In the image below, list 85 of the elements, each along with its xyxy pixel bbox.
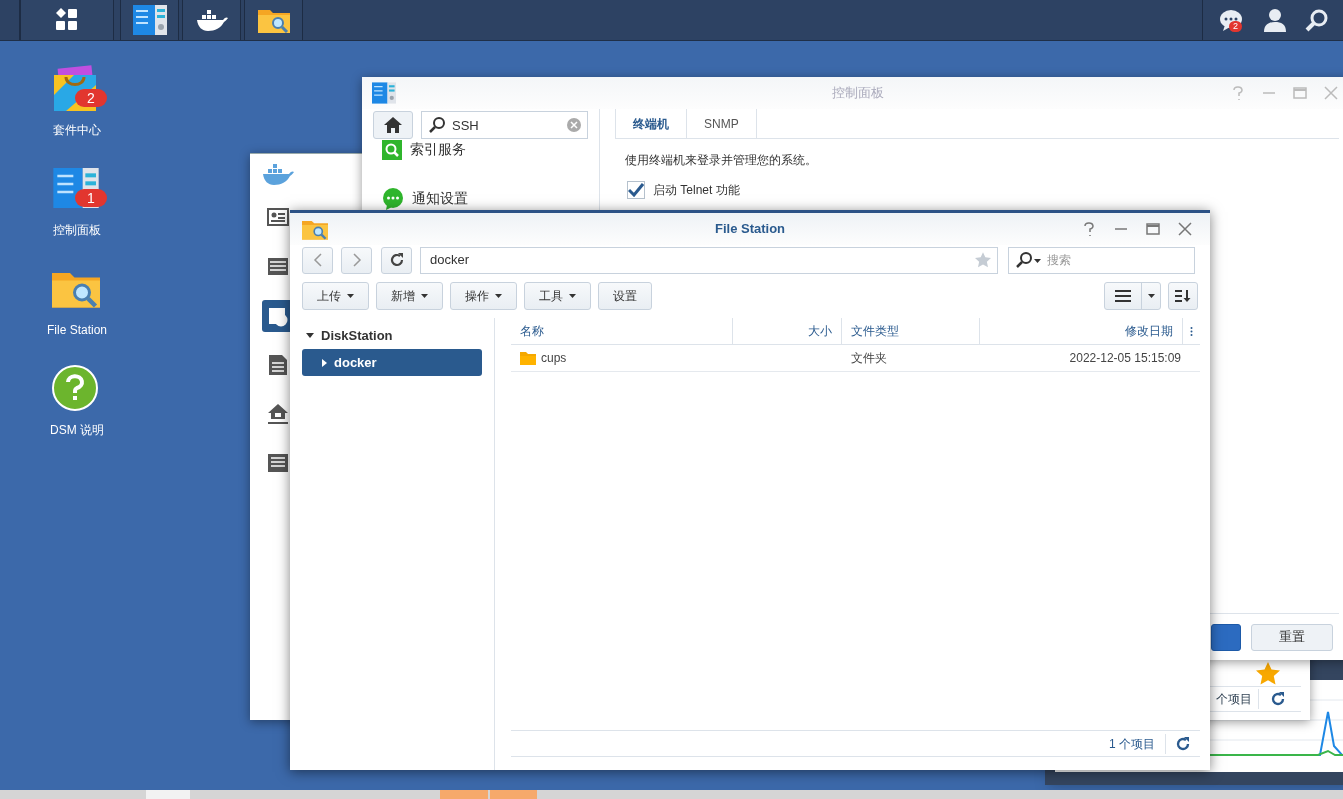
nav-item-icon — [266, 451, 290, 475]
maximize-icon[interactable] — [1144, 220, 1162, 238]
list-icon — [1115, 290, 1131, 302]
refresh-icon — [389, 253, 404, 267]
toolbar-button[interactable]: 操作 — [450, 282, 517, 310]
caret-icon — [421, 294, 428, 298]
file-name: cups — [541, 350, 567, 367]
home-button[interactable] — [373, 111, 413, 139]
sort-button[interactable] — [1168, 282, 1198, 310]
folder-icon — [520, 351, 536, 365]
description-text: 使用终端机来登录并管理您的系统。 — [625, 152, 818, 169]
folder-search-icon — [257, 7, 290, 33]
desktop-app-icon[interactable]: 1 — [47, 163, 107, 213]
tree-item[interactable]: docker — [302, 349, 482, 376]
folder-search-icon — [302, 218, 328, 240]
search-icon — [429, 117, 445, 133]
taskbar-app-button[interactable] — [20, 0, 114, 40]
file-type: 文件夹 — [850, 350, 888, 367]
modified-date: 2022-12-05 15:15:09 — [1068, 350, 1182, 367]
user-icon[interactable] — [1263, 8, 1287, 32]
desktop-icon-label[interactable]: DSM 说明 — [50, 421, 104, 439]
column-header[interactable]: 修改日期 — [980, 318, 1183, 344]
caret-icon — [569, 294, 576, 298]
desktop-icon-label[interactable]: File Station — [47, 321, 107, 339]
path-field[interactable]: docker — [420, 246, 998, 274]
nav-item-icon — [266, 402, 290, 426]
nav-item-icon — [266, 353, 290, 377]
refresh-button[interactable] — [381, 246, 412, 274]
magnifier-icon — [382, 139, 402, 160]
refresh-icon[interactable] — [1176, 736, 1190, 751]
search-icon[interactable] — [1305, 8, 1329, 32]
window-title: File Station — [713, 220, 787, 239]
tree-item[interactable]: DiskStation — [302, 322, 482, 349]
apply-button[interactable] — [1211, 623, 1241, 651]
caret-icon — [347, 294, 354, 298]
star-icon[interactable] — [1256, 662, 1280, 685]
window-title: 控制面板 — [831, 84, 885, 103]
home-icon — [384, 117, 402, 133]
refresh-icon[interactable] — [1271, 692, 1285, 706]
taskbar-app-button[interactable] — [182, 0, 241, 40]
toolbar-button[interactable]: 工具 — [524, 282, 591, 310]
taskbar-app-button[interactable] — [120, 0, 179, 40]
toolbar-button[interactable]: 设置 — [598, 282, 652, 310]
file-row[interactable]: cups 文件夹 2022-12-05 15:15:09 — [511, 345, 1200, 372]
tab[interactable]: 终端机 — [615, 109, 687, 138]
whale-icon — [262, 163, 294, 185]
checkbox-label: 启动 Telnet 功能 — [653, 182, 740, 199]
sidebar-nav-item[interactable]: 通知设置 — [382, 187, 588, 210]
control-panel-icon — [372, 82, 396, 104]
taskbar-app-button[interactable] — [244, 0, 303, 40]
toolbar-button[interactable]: 上传 — [302, 282, 369, 310]
desktop-icon-label[interactable]: 控制面板 — [53, 221, 101, 239]
caret-icon — [1034, 258, 1041, 263]
path-text: docker — [430, 251, 471, 270]
caret-icon — [1147, 294, 1155, 298]
sidebar-nav-item[interactable]: 索引服务 — [382, 138, 588, 161]
search-field[interactable]: SSH — [421, 111, 588, 139]
tab[interactable]: SNMP — [687, 109, 757, 138]
notification-badge: 2 — [1229, 21, 1242, 32]
control-panel-icon — [132, 5, 167, 35]
column-header[interactable]: 大小 — [733, 318, 842, 344]
help-icon — [52, 365, 98, 411]
desktop-icon-label[interactable]: 套件中心 — [53, 121, 101, 139]
sort-icon — [1175, 289, 1191, 303]
reset-button[interactable]: 重置 — [1251, 623, 1333, 651]
chevron-left-icon — [312, 253, 323, 267]
view-mode-button[interactable] — [1104, 282, 1161, 310]
column-header[interactable]: 文件类型 — [842, 318, 980, 344]
desktop-app-icon[interactable]: 2 — [47, 63, 107, 113]
main-menu-icon — [55, 8, 79, 32]
search-field[interactable]: 搜索 — [1008, 246, 1195, 274]
checkbox[interactable] — [627, 181, 645, 199]
column-header[interactable]: 名称 — [511, 318, 733, 344]
toolbar-button[interactable]: 新增 — [376, 282, 443, 310]
column-menu-icon[interactable] — [1190, 326, 1193, 336]
item-count-text: 个项目 — [1216, 691, 1253, 708]
chevron-right-icon — [351, 253, 362, 267]
star-icon[interactable] — [975, 252, 991, 268]
notification-badge: 1 — [75, 189, 107, 207]
whale-icon — [195, 9, 228, 31]
search-icon — [1016, 251, 1032, 268]
notification-badge: 2 — [75, 89, 107, 107]
item-count-text: 1 个项目 — [1109, 735, 1156, 753]
close-icon[interactable] — [1176, 220, 1194, 238]
caret-icon — [495, 294, 502, 298]
